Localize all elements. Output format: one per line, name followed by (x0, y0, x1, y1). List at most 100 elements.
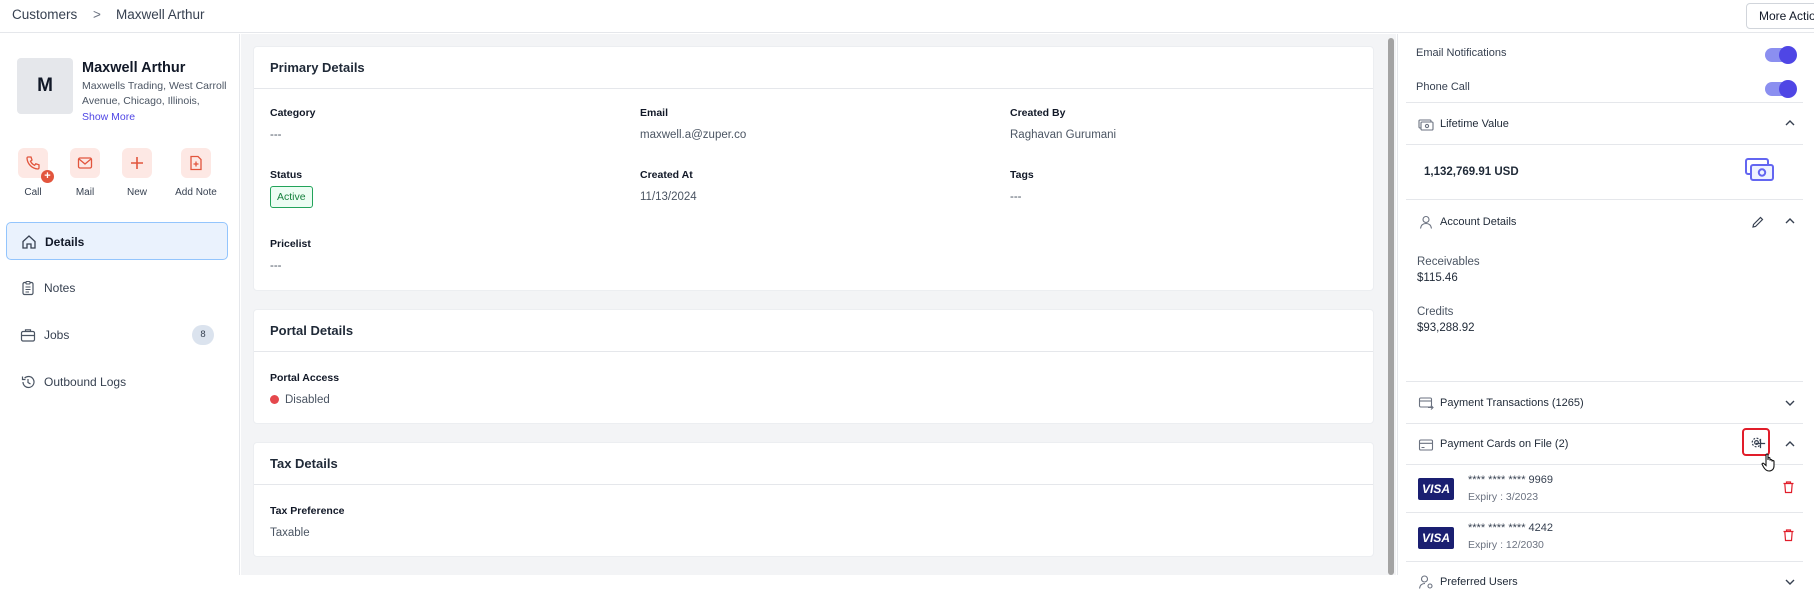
call-label: Call (24, 187, 42, 198)
chevron-up-icon[interactable] (1783, 214, 1797, 233)
user-settings-icon (1418, 574, 1434, 595)
lifetime-value-title: Lifetime Value (1440, 118, 1509, 130)
payment-transactions-header[interactable]: Payment Transactions (1265) (1406, 382, 1803, 424)
email-notifications-row: Email Notifications (1406, 34, 1803, 68)
card-expiry: Expiry : 3/2023 (1468, 491, 1539, 503)
email-value: maxwell.a@zuper.co (640, 129, 747, 141)
avatar: M (17, 58, 73, 114)
lifetime-value-header[interactable]: Lifetime Value (1406, 103, 1803, 145)
category-label: Category (270, 107, 316, 119)
portal-access-text: Disabled (285, 394, 330, 406)
created-by-field: Created By Raghavan Gurumani (1010, 107, 1116, 141)
breadcrumb-current: Maxwell Arthur (116, 7, 205, 22)
sidebar-item-label: Notes (44, 281, 76, 295)
details-side-panel: Email Notifications Phone Call Lifetime … (1397, 34, 1814, 589)
more-actions-button[interactable]: More Actions (1746, 3, 1814, 29)
pencil-icon[interactable] (1751, 215, 1765, 234)
chevron-up-icon[interactable] (1783, 437, 1797, 456)
email-field: Email maxwell.a@zuper.co (640, 107, 746, 141)
add-note-action[interactable]: Add Note (171, 148, 221, 198)
chevron-up-icon[interactable] (1783, 116, 1797, 135)
created-by-value: Raghavan Gurumani (1010, 129, 1117, 141)
visa-logo: VISA (1418, 478, 1454, 500)
user-icon (1418, 214, 1434, 235)
phone-call-label: Phone Call (1416, 81, 1470, 93)
customer-sidebar: M Maxwell Arthur Maxwells Trading, West … (0, 34, 240, 575)
status-badge: Active (270, 186, 313, 208)
created-at-label: Created At (640, 169, 693, 181)
show-more-link[interactable]: Show More (82, 111, 135, 123)
account-details-header[interactable]: Account Details (1406, 200, 1803, 244)
tax-details-card: Tax Details Tax Preference Taxable (253, 442, 1374, 557)
payment-cards-title: Payment Cards on File (2) (1440, 438, 1569, 450)
preferred-users-header[interactable]: Preferred Users (1406, 562, 1803, 604)
main-content: Primary Details Category --- Email maxwe… (241, 34, 1386, 575)
jobs-count-badge: 8 (192, 325, 214, 345)
created-at-value: 11/13/2024 (640, 191, 697, 203)
top-bar: Customers > Maxwell Arthur More Actions (0, 0, 1814, 33)
email-notifications-toggle[interactable] (1765, 46, 1797, 64)
scrollbar-thumb[interactable] (1388, 38, 1394, 575)
portal-access-field: Portal Access Disabled (270, 372, 339, 406)
phone-call-toggle[interactable] (1765, 80, 1797, 98)
sidebar-item-outbound-logs[interactable]: Outbound Logs (6, 363, 228, 401)
credit-card-icon (1418, 437, 1434, 458)
clipboard-icon (20, 280, 36, 301)
history-icon (20, 374, 36, 395)
card-number: **** **** **** 4242 (1468, 522, 1554, 534)
mail-icon (70, 148, 100, 178)
sidebar-item-details[interactable]: Details (6, 222, 228, 260)
phone-call-row: Phone Call (1406, 68, 1803, 103)
trash-icon[interactable] (1782, 480, 1795, 499)
breadcrumb-customers[interactable]: Customers (12, 7, 77, 22)
phone-add-icon: + (18, 148, 54, 183)
trash-icon[interactable] (1782, 528, 1795, 547)
sidebar-item-label: Outbound Logs (44, 375, 127, 389)
chevron-down-icon[interactable] (1783, 575, 1797, 594)
tags-field: Tags --- (1010, 169, 1034, 203)
created-by-label: Created By (1010, 107, 1066, 119)
tags-value: --- (1010, 191, 1022, 203)
payment-transactions-title: Payment Transactions (1265) (1440, 397, 1584, 409)
customer-name: Maxwell Arthur (82, 60, 186, 76)
call-action[interactable]: + Call (8, 148, 58, 198)
category-field: Category --- (270, 107, 316, 141)
portal-access-value: Disabled (270, 394, 339, 406)
money-icon (1418, 116, 1434, 137)
visa-logo: VISA (1418, 527, 1454, 549)
category-value: --- (270, 129, 282, 141)
sidebar-item-label: Jobs (44, 328, 70, 342)
portal-details-title: Portal Details (254, 310, 1373, 352)
account-details-body: Receivables $115.46 Credits $93,288.92 (1406, 244, 1803, 382)
email-label: Email (640, 107, 669, 119)
lifetime-value-body: 1,132,769.91 USD (1406, 145, 1803, 200)
receivables-label: Receivables (1417, 256, 1480, 268)
preferred-users-title: Preferred Users (1440, 576, 1518, 588)
card-expiry: Expiry : 12/2030 (1468, 539, 1544, 551)
pricelist-value: --- (270, 260, 282, 272)
credits-label: Credits (1417, 306, 1454, 318)
sidebar-item-notes[interactable]: Notes (6, 269, 228, 307)
plus-icon (122, 148, 152, 178)
credits-value: $93,288.92 (1417, 322, 1475, 334)
chevron-down-icon[interactable] (1783, 396, 1797, 415)
card-number: **** **** **** 9969 (1468, 474, 1554, 486)
tax-details-title: Tax Details (254, 443, 1373, 485)
cash-icon (1745, 157, 1775, 188)
pricelist-label: Pricelist (270, 238, 311, 250)
add-note-label: Add Note (175, 187, 217, 198)
primary-details-card: Primary Details Category --- Email maxwe… (253, 46, 1374, 291)
payment-cards-header[interactable]: Payment Cards on File (2) (1406, 424, 1803, 472)
home-icon (21, 234, 37, 255)
account-details-title: Account Details (1440, 216, 1517, 228)
sidebar-item-label: Details (45, 235, 85, 249)
mail-action[interactable]: Mail (60, 148, 110, 198)
tax-preference-field: Tax Preference Taxable (270, 505, 345, 539)
payment-card-row: VISA **** **** **** 9969 Expiry : 3/2023 (1406, 465, 1803, 513)
new-action[interactable]: New (112, 148, 162, 198)
status-label: Status (270, 169, 303, 181)
lifetime-value-amount: 1,132,769.91 USD (1424, 166, 1519, 178)
sidebar-item-jobs[interactable]: Jobs 8 (6, 316, 228, 354)
portal-access-label: Portal Access (270, 372, 340, 384)
payment-card-row: VISA **** **** **** 4242 Expiry : 12/203… (1406, 513, 1803, 562)
